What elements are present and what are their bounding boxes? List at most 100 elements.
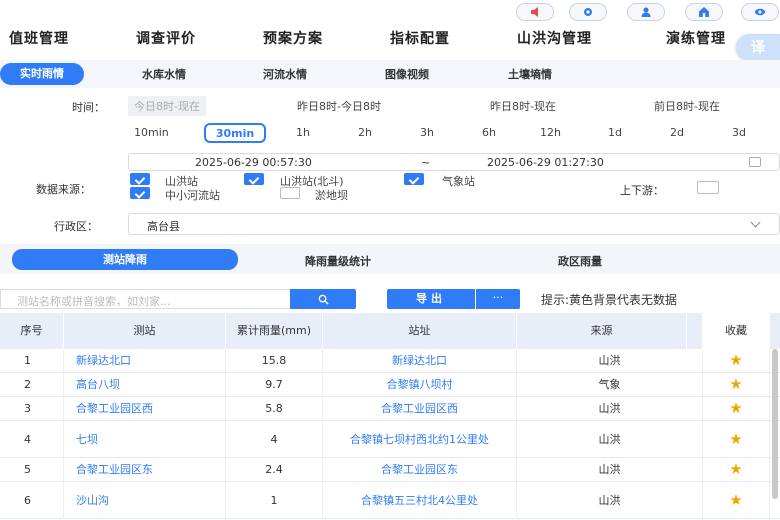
search-icon — [318, 294, 329, 305]
more-button[interactable]: ··· — [476, 289, 520, 309]
table-row[interactable]: 1 新绿达北口 15.8 新绿达北口 山洪 ★ — [0, 349, 780, 373]
time-option-daybefore-now[interactable]: 前日8时-现在 — [654, 98, 720, 114]
star-icon[interactable]: ★ — [703, 349, 770, 372]
table-row[interactable]: 4 七坝 4 合黎镇七坝村西北约1公里处 山洪 ★ — [0, 421, 780, 458]
cell-no: 3 — [0, 397, 64, 420]
gear-icon[interactable] — [569, 3, 607, 21]
nav-item-drill[interactable]: 演练管理 — [666, 28, 726, 48]
nav-item-duty[interactable]: 值班管理 — [9, 28, 69, 48]
cell-station[interactable]: 合黎工业园区东 — [64, 458, 226, 481]
megaphone-icon[interactable] — [516, 3, 554, 21]
star-icon[interactable]: ★ — [703, 373, 770, 396]
col-header-no: 序号 — [0, 313, 64, 349]
source-label: 数据来源： — [36, 183, 91, 196]
source-weather-station: 气象站 — [442, 175, 475, 188]
tab-realtime-rain[interactable]: 实时雨情 — [0, 63, 84, 85]
cell-rain: 15.8 — [226, 349, 323, 372]
table-row[interactable]: 2 高台八坝 9.7 合黎镇八坝村 气象 ★ — [0, 373, 780, 397]
time-option-yesterday-now[interactable]: 昨日8时-现在 — [490, 98, 556, 114]
star-icon[interactable]: ★ — [703, 482, 770, 518]
sub-tabs: 实时雨情 水库水情 河流水情 图像视频 土壤墒情 — [0, 60, 780, 88]
cell-address[interactable]: 合黎工业园区东 — [323, 458, 517, 481]
checkbox-small-river[interactable] — [130, 187, 150, 199]
col-header-station[interactable]: 测站 — [64, 313, 226, 349]
cell-address[interactable]: 合黎镇七坝村西北约1公里处 — [323, 421, 517, 457]
date-end[interactable]: 2025-06-29 01:27:30 — [487, 156, 604, 169]
search-input[interactable]: 测站名称或拼音搜索，如刘家... — [0, 289, 290, 309]
time-option-yesterday-today[interactable]: 昨日8时-今日8时 — [297, 98, 381, 114]
checkbox-flood-station-beidou[interactable] — [244, 173, 264, 185]
cell-no: 6 — [0, 482, 64, 518]
duration-30min[interactable]: 30min — [204, 123, 266, 143]
time-option-today[interactable]: 今日8时-现在 — [128, 96, 206, 116]
search-button[interactable] — [290, 289, 356, 309]
duration-2d[interactable]: 2d — [670, 126, 684, 139]
nav-item-plan[interactable]: 预案方案 — [263, 28, 323, 48]
cell-station[interactable]: 七坝 — [64, 421, 226, 457]
search-placeholder: 测站名称或拼音搜索，如刘家... — [17, 295, 171, 308]
export-button[interactable]: 导出 — [387, 289, 475, 309]
star-icon[interactable]: ★ — [703, 397, 770, 420]
source-small-river: 中小河流站 — [165, 189, 220, 202]
checkbox-updown[interactable] — [697, 181, 719, 194]
checkbox-flood-station[interactable] — [130, 173, 150, 185]
cell-station[interactable]: 高台八坝 — [64, 373, 226, 396]
region-select[interactable]: 高台县 — [128, 213, 780, 235]
duration-1h[interactable]: 1h — [296, 126, 310, 139]
tab-rain-level-stats[interactable]: 降雨量级统计 — [305, 253, 371, 269]
checkbox-check-dam[interactable] — [280, 187, 300, 199]
cell-address[interactable]: 合黎工业园区西 — [323, 397, 517, 420]
cell-no: 4 — [0, 421, 64, 457]
table-row[interactable]: 3 合黎工业园区西 5.8 合黎工业园区西 山洪 ★ — [0, 397, 780, 421]
cell-source: 气象 — [517, 373, 703, 396]
cell-source: 山洪 — [517, 421, 703, 457]
top-icon-bar — [0, 0, 780, 24]
cell-station[interactable]: 沙山沟 — [64, 482, 226, 518]
cell-station[interactable]: 新绿达北口 — [64, 349, 226, 372]
cell-source: 山洪 — [517, 482, 703, 518]
nav-item-survey[interactable]: 调查评价 — [136, 28, 196, 48]
cell-rain: 9.7 — [226, 373, 323, 396]
date-range-picker[interactable]: 2025-06-29 00:57:30 ~ 2025-06-29 01:27:3… — [128, 153, 780, 171]
date-start[interactable]: 2025-06-29 00:57:30 — [195, 156, 312, 169]
col-header-rain[interactable]: 累计雨量(mm) — [226, 313, 323, 349]
cell-no: 1 — [0, 349, 64, 372]
home-icon[interactable] — [685, 3, 723, 21]
segment-tabs: 测站降雨 降雨量级统计 政区雨量 — [0, 244, 780, 274]
checkbox-weather-station[interactable] — [404, 173, 424, 185]
tab-station-rain[interactable]: 测站降雨 — [12, 249, 238, 270]
cell-address[interactable]: 新绿达北口 — [323, 349, 517, 372]
calendar-icon[interactable] — [749, 157, 761, 167]
tab-river[interactable]: 河流水情 — [263, 66, 307, 82]
nav-item-indicator[interactable]: 指标配置 — [390, 28, 450, 48]
duration-2h[interactable]: 2h — [358, 126, 372, 139]
tab-reservoir[interactable]: 水库水情 — [142, 66, 186, 82]
tab-video[interactable]: 图像视频 — [385, 66, 429, 82]
source-check-dam: 淤地坝 — [315, 189, 348, 202]
table-row[interactable]: 5 合黎工业园区东 2.4 合黎工业园区东 山洪 ★ — [0, 458, 780, 482]
cell-no: 5 — [0, 458, 64, 481]
duration-3h[interactable]: 3h — [420, 126, 434, 139]
table-scrollbar[interactable] — [772, 349, 778, 499]
eye-icon[interactable] — [741, 3, 779, 21]
table-row[interactable]: 6 沙山沟 1 合黎镇五三村北4公里处 山洪 ★ — [0, 482, 780, 519]
col-header-address: 站址 — [323, 313, 517, 349]
duration-3d[interactable]: 3d — [732, 126, 746, 139]
duration-6h[interactable]: 6h — [482, 126, 496, 139]
cell-rain: 2.4 — [226, 458, 323, 481]
region-value: 高台县 — [147, 220, 180, 233]
duration-10min[interactable]: 10min — [134, 126, 169, 139]
tab-region-rain[interactable]: 政区雨量 — [558, 253, 602, 269]
tab-soil[interactable]: 土壤墒情 — [508, 66, 552, 82]
cell-address[interactable]: 合黎镇八坝村 — [323, 373, 517, 396]
duration-1d[interactable]: 1d — [608, 126, 622, 139]
translate-button[interactable]: 译 — [736, 34, 780, 60]
cell-address[interactable]: 合黎镇五三村北4公里处 — [323, 482, 517, 518]
star-icon[interactable]: ★ — [703, 421, 770, 457]
duration-12h[interactable]: 12h — [540, 126, 561, 139]
nav-item-gully[interactable]: 山洪沟管理 — [517, 28, 592, 48]
star-icon[interactable]: ★ — [703, 458, 770, 481]
user-icon[interactable] — [627, 3, 665, 21]
cell-station[interactable]: 合黎工业园区西 — [64, 397, 226, 420]
col-header-blank — [687, 313, 703, 349]
